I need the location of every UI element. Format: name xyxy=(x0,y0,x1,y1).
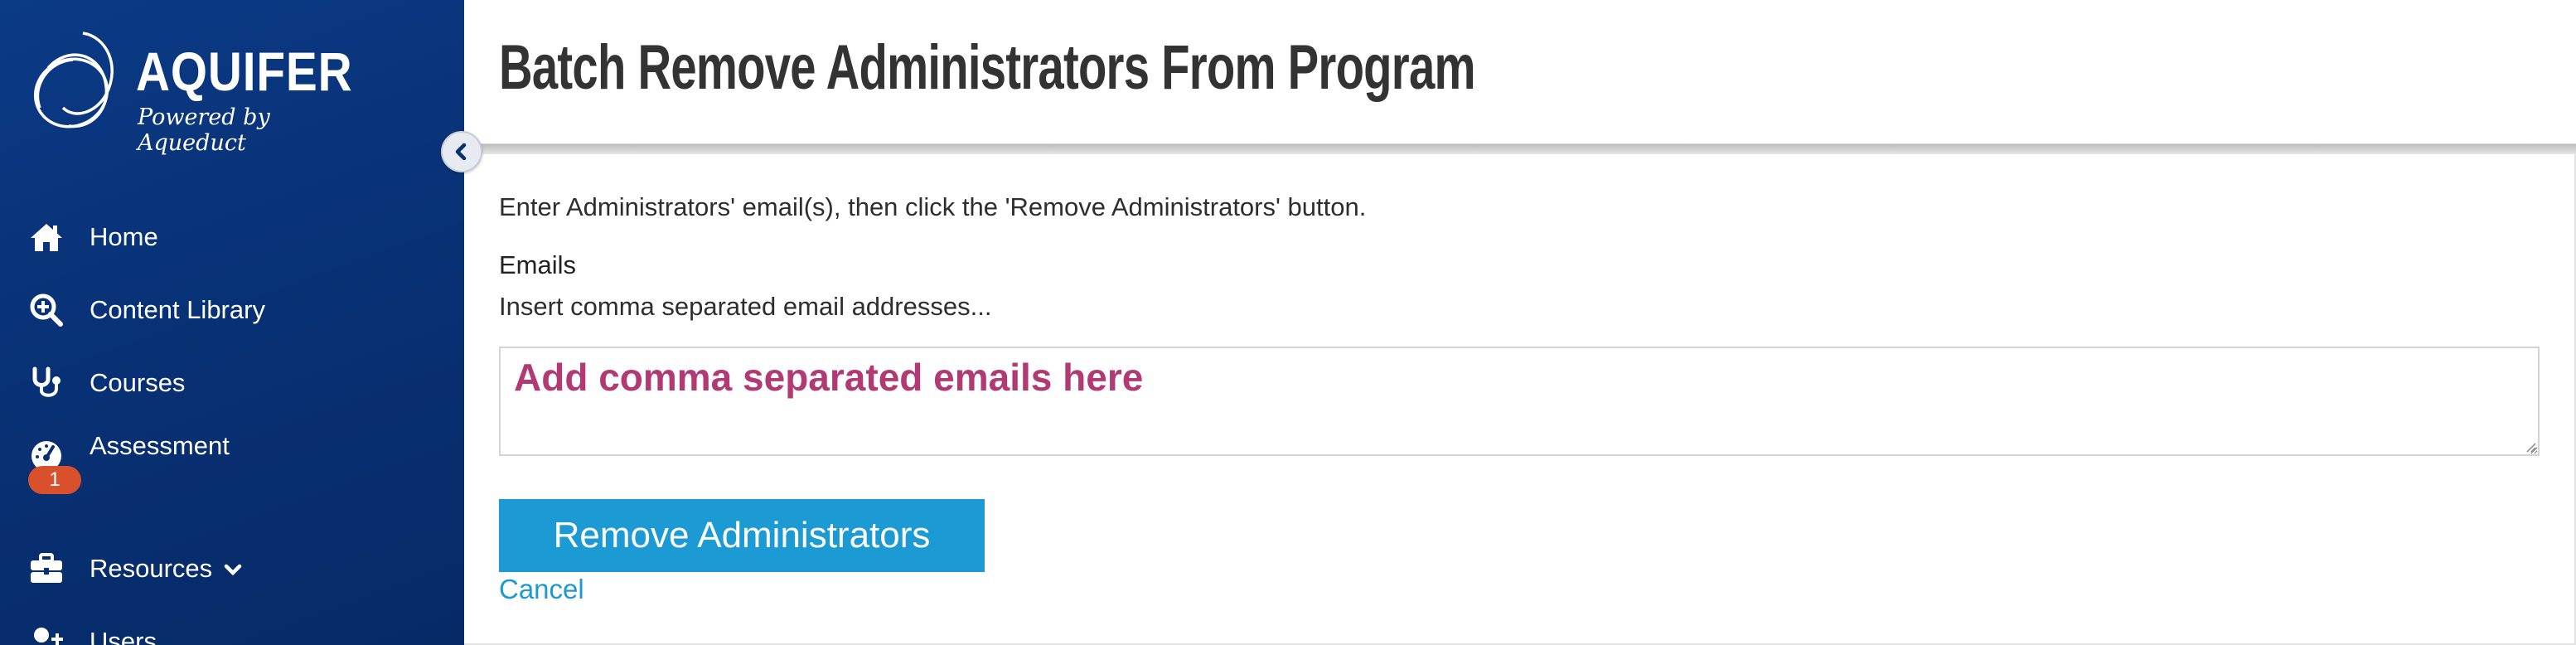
notification-badge: 1 xyxy=(28,466,81,494)
emails-textarea[interactable] xyxy=(499,347,2540,456)
remove-administrators-button[interactable]: Remove Administrators xyxy=(499,499,985,572)
emails-help-text: Insert comma separated email addresses..… xyxy=(499,292,992,321)
sidebar-item-label: Users xyxy=(90,627,157,645)
sidebar-item-label: Assessment xyxy=(90,431,230,460)
sidebar-collapse-button[interactable] xyxy=(441,131,482,172)
brand-logo[interactable]: AQUIFER Powered by Aqueduct xyxy=(23,28,371,156)
aquifer-logo-icon xyxy=(33,32,114,129)
main-content: Batch Remove Administrators From Program… xyxy=(464,0,2576,645)
sidebar-item-label: Resources xyxy=(90,554,242,584)
add-user-icon xyxy=(28,623,65,645)
brand-tagline: Powered by Aqueduct xyxy=(138,104,270,156)
sidebar-item-label: Home xyxy=(90,222,158,251)
cancel-link[interactable]: Cancel xyxy=(499,574,584,605)
sidebar-item-users[interactable]: Users xyxy=(0,615,464,645)
sidebar-item-label: Content Library xyxy=(90,295,265,324)
page-title: Batch Remove Administrators From Program xyxy=(499,32,1475,103)
chevron-down-icon xyxy=(224,564,242,575)
sidebar-item-label: Courses xyxy=(90,368,186,397)
search-zoom-icon xyxy=(28,292,65,328)
stethoscope-icon xyxy=(28,365,65,401)
sidebar-item-resources[interactable]: Resources xyxy=(0,542,464,595)
home-icon xyxy=(28,219,65,255)
sidebar-item-home[interactable]: Home xyxy=(0,211,464,264)
resize-handle-icon[interactable] xyxy=(2523,439,2536,453)
sidebar-item-content-library[interactable]: Content Library xyxy=(0,284,464,337)
brand-name: AQUIFER xyxy=(136,41,353,102)
emails-label: Emails xyxy=(499,250,577,279)
chevron-left-icon xyxy=(455,143,467,161)
page-header: Batch Remove Administrators From Program xyxy=(464,0,2576,144)
sidebar: AQUIFER Powered by Aqueduct Home Content… xyxy=(0,0,464,645)
instructions-text: Enter Administrators' email(s), then cli… xyxy=(499,192,1367,221)
briefcase-icon xyxy=(28,550,65,587)
header-divider xyxy=(464,144,2576,154)
sidebar-item-courses[interactable]: Courses xyxy=(0,356,464,410)
